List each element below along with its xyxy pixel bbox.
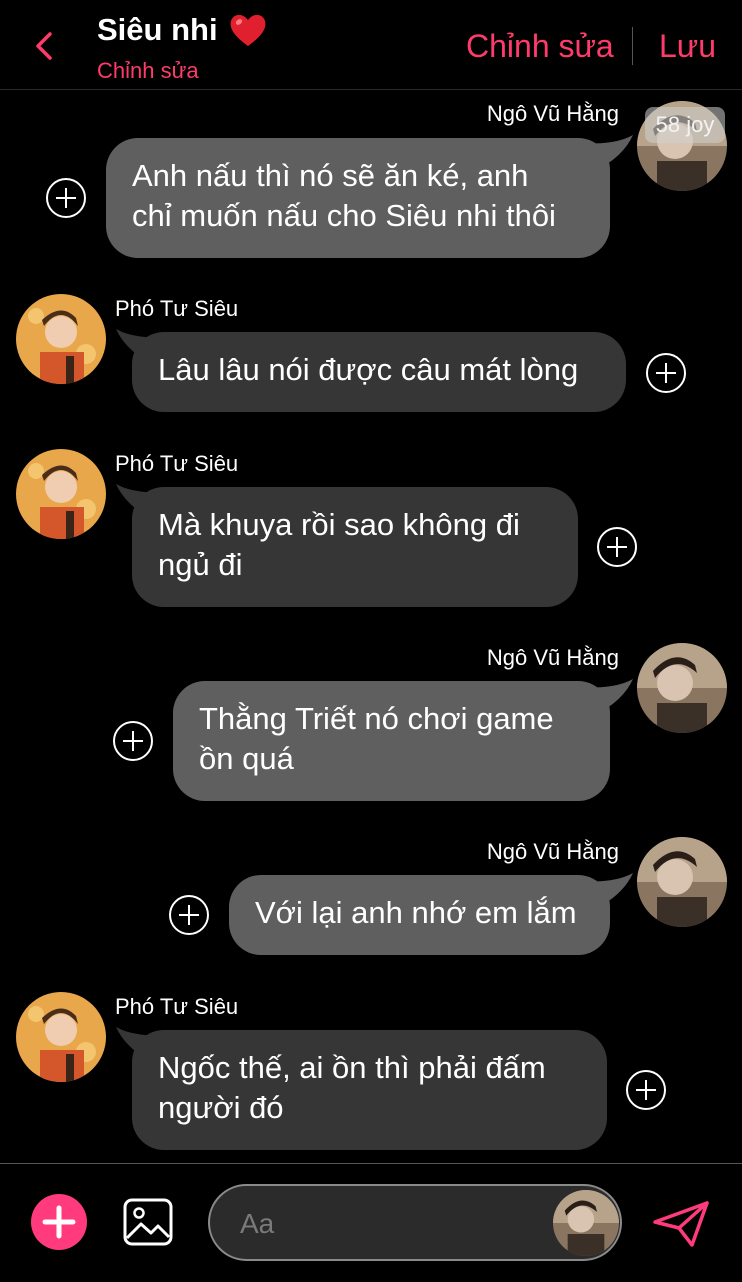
message-text-line: Ngốc thế, ai ồn thì phải đấm xyxy=(158,1050,546,1085)
chat-title-row: Siêu nhi xyxy=(97,10,268,50)
sender-name: Ngô Vũ Hằng xyxy=(486,839,619,864)
message-text-line: Anh nấu thì nó sẽ ăn ké, anh xyxy=(132,158,529,193)
message-text-line: Với lại anh nhớ em lắm xyxy=(255,895,577,930)
message-text-line: Mà khuya rồi sao không đi xyxy=(158,507,520,542)
header-divider xyxy=(632,27,633,65)
chevron-left-icon[interactable] xyxy=(30,30,58,62)
chat-subtitle[interactable]: Chỉnh sửa xyxy=(97,58,199,84)
avatar-ngo-vu-hang[interactable] xyxy=(553,1190,619,1256)
edit-button[interactable]: Chỉnh sửa xyxy=(466,28,614,65)
message-bubble[interactable]: Với lại anh nhớ em lắm xyxy=(229,875,610,955)
add-button[interactable] xyxy=(31,1194,87,1250)
message-text-line: chỉ muốn nấu cho Siêu nhi thôi xyxy=(132,198,556,233)
sender-name: Phó Tư Siêu xyxy=(115,994,239,1019)
message-bubble[interactable]: Ngốc thế, ai ồn thì phải đấm người đó xyxy=(132,1030,607,1150)
avatar-pho-tu-sieu[interactable] xyxy=(16,449,106,539)
image-icon[interactable] xyxy=(122,1197,174,1247)
send-icon[interactable] xyxy=(652,1200,710,1248)
plus-circle-icon[interactable] xyxy=(625,1069,667,1111)
plus-circle-icon[interactable] xyxy=(45,177,87,219)
avatar-ngo-vu-hang[interactable] xyxy=(637,643,727,733)
plus-circle-icon[interactable] xyxy=(112,720,154,762)
heart-icon xyxy=(230,14,266,47)
points-badge: 58 joy xyxy=(645,107,725,143)
message-bubble[interactable]: Lâu lâu nói được câu mát lòng xyxy=(132,332,626,412)
composer-bar xyxy=(0,1163,742,1282)
plus-circle-icon[interactable] xyxy=(596,526,638,568)
message-text-line: Lâu lâu nói được câu mát lòng xyxy=(158,352,579,387)
message-bubble[interactable]: Mà khuya rồi sao không đi ngủ đi xyxy=(132,487,578,607)
plus-icon xyxy=(42,1205,76,1239)
message-text-line: người đó xyxy=(158,1090,284,1125)
message-text-line: ngủ đi xyxy=(158,547,243,582)
message-bubble[interactable]: Anh nấu thì nó sẽ ăn ké, anh chỉ muốn nấ… xyxy=(106,138,610,258)
avatar-pho-tu-sieu[interactable] xyxy=(16,294,106,384)
message-bubble[interactable]: Thằng Triết nó chơi game ồn quá xyxy=(173,681,610,801)
sender-name: Ngô Vũ Hằng xyxy=(486,645,619,670)
sender-name: Phó Tư Siêu xyxy=(115,296,239,321)
message-input[interactable] xyxy=(238,1204,542,1244)
avatar-ngo-vu-hang[interactable] xyxy=(637,837,727,927)
message-text-line: Thằng Triết nó chơi game xyxy=(199,701,554,736)
save-button[interactable]: Lưu xyxy=(659,28,716,65)
sender-name: Ngô Vũ Hằng xyxy=(486,101,619,126)
sender-name: Phó Tư Siêu xyxy=(115,451,239,476)
plus-circle-icon[interactable] xyxy=(168,894,210,936)
message-input-container[interactable] xyxy=(208,1184,622,1261)
chat-header: Siêu nhi Chỉnh sửa Chỉnh sửa Lưu xyxy=(0,0,742,90)
avatar-pho-tu-sieu[interactable] xyxy=(16,992,106,1082)
message-text-line: ồn quá xyxy=(199,741,294,776)
chat-title: Siêu nhi xyxy=(97,12,218,47)
plus-circle-icon[interactable] xyxy=(645,352,687,394)
